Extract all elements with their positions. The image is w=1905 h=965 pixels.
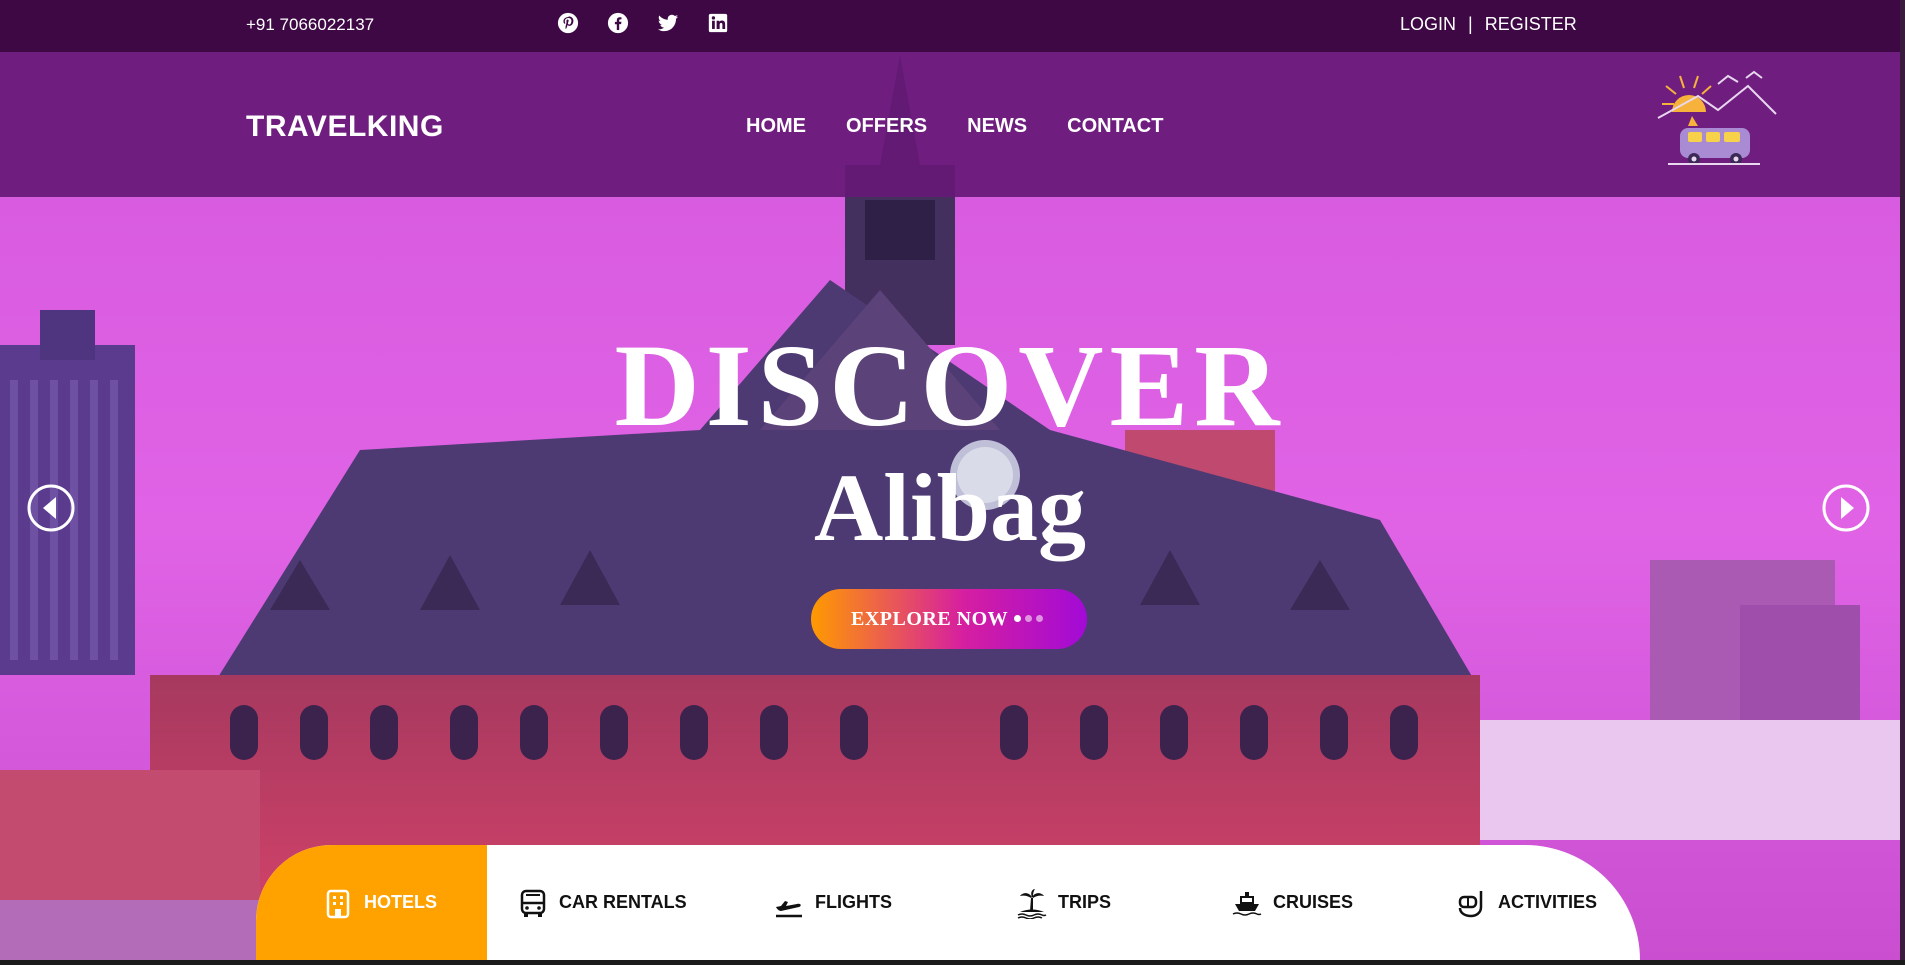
hero-subtitle: Alibag <box>813 454 1087 561</box>
snorkel-icon <box>1458 890 1483 917</box>
right-edge <box>1900 0 1905 960</box>
explore-now-button[interactable]: EXPLORE NOW <box>811 589 1087 649</box>
hotel-icon <box>326 889 350 918</box>
category-activities[interactable]: ACTIVITIES <box>1456 845 1597 960</box>
nav-offers[interactable]: OFFERS <box>846 115 927 138</box>
category-flights[interactable]: FLIGHTS <box>773 845 892 960</box>
page: +91 7066022137 LOGIN | REGISTER TRAVELKI… <box>0 0 1905 965</box>
social-links <box>557 12 729 34</box>
palm-island-icon <box>1017 888 1047 919</box>
slide-dot[interactable] <box>1036 615 1043 622</box>
slide-indicators <box>1014 615 1043 622</box>
facebook-icon[interactable] <box>607 12 629 34</box>
category-label: CAR RENTALS <box>559 892 687 912</box>
hero-title: DISCOVER <box>614 320 1286 451</box>
next-slide-button[interactable] <box>1822 484 1870 532</box>
nav-news[interactable]: NEWS <box>967 115 1027 138</box>
auth-links: LOGIN | REGISTER <box>1400 14 1577 35</box>
main-menu: HOME OFFERS NEWS CONTACT <box>746 115 1163 138</box>
category-cruises[interactable]: CRUISES <box>1231 845 1353 960</box>
nav-contact[interactable]: CONTACT <box>1067 115 1163 138</box>
auth-separator: | <box>1468 14 1473 34</box>
nav-home[interactable]: HOME <box>746 115 806 138</box>
login-link[interactable]: LOGIN <box>1400 14 1456 35</box>
register-link[interactable]: REGISTER <box>1485 14 1577 35</box>
previous-slide-button[interactable] <box>27 484 75 532</box>
top-bar: +91 7066022137 LOGIN | REGISTER <box>0 0 1900 52</box>
brand-name[interactable]: TRAVELKING <box>246 110 444 144</box>
linkedin-icon[interactable] <box>707 12 729 34</box>
category-hotels[interactable]: HOTELS <box>256 845 487 960</box>
twitter-icon[interactable] <box>657 12 679 34</box>
category-car-rentals[interactable]: CAR RENTALS <box>517 845 687 960</box>
airplane-icon <box>776 900 802 917</box>
slide-dot[interactable] <box>1025 615 1032 622</box>
category-bar: HOTELS CAR RENTALS FLIGHTS TRIPS CRUISES… <box>256 845 1640 960</box>
explore-now-label: EXPLORE NOW <box>851 607 1009 630</box>
category-label: ACTIVITIES <box>1498 892 1598 912</box>
main-navbar: TRAVELKING HOME OFFERS NEWS CONTACT <box>0 52 1900 197</box>
category-label: FLIGHTS <box>815 892 892 912</box>
bus-icon <box>520 889 546 917</box>
phone-number: +91 7066022137 <box>246 15 375 34</box>
ship-icon <box>1232 891 1262 916</box>
pinterest-icon[interactable] <box>557 12 579 34</box>
category-label: TRIPS <box>1058 892 1112 912</box>
travel-van-logo <box>1657 70 1777 165</box>
category-trips[interactable]: TRIPS <box>1016 845 1111 960</box>
category-label: HOTELS <box>363 892 437 912</box>
page-bottom-edge <box>0 960 1905 965</box>
slide-dot[interactable] <box>1014 615 1021 622</box>
category-label: CRUISES <box>1273 892 1354 912</box>
